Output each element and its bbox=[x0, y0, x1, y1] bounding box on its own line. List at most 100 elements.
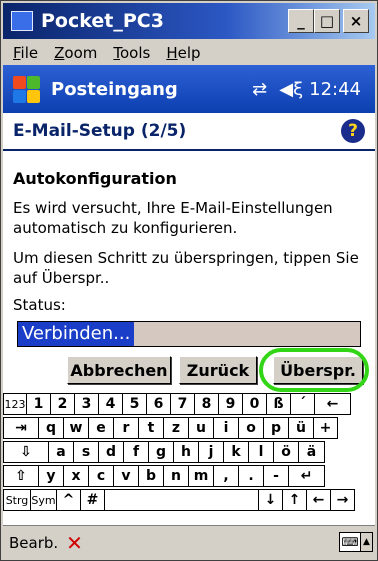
key[interactable]: , bbox=[214, 465, 239, 487]
edit-menu[interactable]: Bearb. bbox=[9, 534, 58, 552]
minimize-button[interactable]: _ bbox=[288, 9, 314, 33]
menu-tools[interactable]: Tools bbox=[113, 44, 150, 62]
menu-file[interactable]: File bbox=[13, 44, 38, 62]
key[interactable]: x bbox=[64, 465, 89, 487]
keyboard-row-2: ⇥ q w e r t z u i o p ü + bbox=[3, 417, 338, 439]
key[interactable]: s bbox=[74, 441, 99, 463]
connectivity-icon[interactable]: ⇄ bbox=[252, 79, 267, 100]
key[interactable]: 0 bbox=[243, 393, 267, 415]
key[interactable]: h bbox=[174, 441, 199, 463]
key[interactable]: ß bbox=[267, 393, 291, 415]
key[interactable]: f bbox=[124, 441, 149, 463]
input-menu-arrow-icon[interactable]: ▲ bbox=[361, 532, 373, 552]
emulator-window: Pocket_PC3 _ □ × File Zoom Tools Help Po… bbox=[0, 0, 378, 561]
key[interactable]: ü bbox=[289, 417, 314, 439]
key[interactable]: a bbox=[49, 441, 74, 463]
tab-key[interactable]: ⇥ bbox=[3, 417, 39, 439]
space-key[interactable] bbox=[105, 489, 259, 511]
key[interactable]: 2 bbox=[51, 393, 75, 415]
keyboard-icon[interactable]: ⌨ bbox=[339, 532, 361, 552]
key[interactable]: 8 bbox=[195, 393, 219, 415]
key[interactable]: i bbox=[214, 417, 239, 439]
key[interactable]: ä bbox=[299, 441, 325, 463]
shift-key[interactable]: ⇧ bbox=[3, 465, 39, 487]
key[interactable]: 4 bbox=[99, 393, 123, 415]
keyboard-row-3: ⇩ a s d f g h j k l ö ä bbox=[3, 441, 325, 463]
key[interactable]: n bbox=[164, 465, 189, 487]
app-header: E-Mail-Setup (2/5) ? bbox=[3, 113, 375, 151]
backspace-key[interactable]: ← bbox=[315, 393, 351, 415]
keyboard-row-5: Strg Sym ^ # ↓ ↑ ← → bbox=[3, 489, 355, 511]
window-title-bar[interactable]: Pocket_PC3 _ □ × bbox=[3, 3, 375, 39]
status-field: Verbinden... bbox=[17, 321, 361, 347]
soft-keyboard: 123 1 2 3 4 5 6 7 8 9 0 ß ´ ← ⇥ q w e r bbox=[3, 387, 375, 525]
key[interactable]: ´ bbox=[291, 393, 315, 415]
description-text: Es wird versucht, Ihre E-Mail-Einstellun… bbox=[13, 199, 333, 237]
key[interactable]: m bbox=[189, 465, 214, 487]
enter-key[interactable]: ↵ bbox=[289, 465, 325, 487]
key[interactable]: l bbox=[249, 441, 274, 463]
key[interactable]: ^ bbox=[57, 489, 81, 511]
status-label: Status: bbox=[13, 296, 66, 314]
menu-bar: File Zoom Tools Help bbox=[3, 41, 375, 65]
device-screen: Posteingang ⇄ ◀ξ 12:44 E-Mail-Setup (2/5… bbox=[3, 65, 375, 560]
maximize-button[interactable]: □ bbox=[314, 9, 340, 33]
key-123[interactable]: 123 bbox=[3, 393, 27, 415]
cancel-button[interactable]: Abbrechen bbox=[67, 356, 171, 384]
windows-start-icon[interactable] bbox=[9, 72, 43, 106]
key[interactable]: y bbox=[39, 465, 64, 487]
key[interactable]: k bbox=[224, 441, 249, 463]
key[interactable]: 1 bbox=[27, 393, 51, 415]
key[interactable]: j bbox=[199, 441, 224, 463]
key[interactable]: - bbox=[264, 465, 289, 487]
status-value: Verbinden... bbox=[18, 322, 135, 346]
key[interactable]: 7 bbox=[171, 393, 195, 415]
key[interactable]: 5 bbox=[123, 393, 147, 415]
key[interactable]: q bbox=[39, 417, 64, 439]
down-key[interactable]: ↓ bbox=[259, 489, 283, 511]
key[interactable]: g bbox=[149, 441, 174, 463]
clock[interactable]: 12:44 bbox=[309, 79, 361, 100]
ctrl-key[interactable]: Strg bbox=[3, 489, 31, 511]
key[interactable]: # bbox=[81, 489, 105, 511]
help-icon[interactable]: ? bbox=[341, 119, 365, 143]
key[interactable]: r bbox=[114, 417, 139, 439]
setup-content: Autokonfiguration Es wird versucht, Ihre… bbox=[13, 163, 365, 314]
skip-hint-text: Um diesen Schritt zu überspringen, tippe… bbox=[13, 249, 359, 287]
right-key[interactable]: → bbox=[331, 489, 355, 511]
caps-key[interactable]: ⇩ bbox=[3, 441, 49, 463]
left-key[interactable]: ← bbox=[307, 489, 331, 511]
menu-help[interactable]: Help bbox=[166, 44, 200, 62]
key[interactable]: t bbox=[139, 417, 164, 439]
page-title: E-Mail-Setup (2/5) bbox=[13, 121, 187, 141]
window-title: Pocket_PC3 bbox=[41, 10, 164, 32]
key[interactable]: + bbox=[314, 417, 338, 439]
app-icon bbox=[11, 11, 33, 31]
sym-key[interactable]: Sym bbox=[31, 489, 57, 511]
cancel-x-icon[interactable]: ✕ bbox=[66, 531, 83, 555]
nav-title[interactable]: Posteingang bbox=[51, 79, 252, 100]
keyboard-row-4: ⇧ y x c v b n m , . - ↵ bbox=[3, 465, 325, 487]
key[interactable]: z bbox=[164, 417, 189, 439]
key[interactable]: u bbox=[189, 417, 214, 439]
key[interactable]: 6 bbox=[147, 393, 171, 415]
menu-zoom[interactable]: Zoom bbox=[54, 44, 97, 62]
key[interactable]: 3 bbox=[75, 393, 99, 415]
key[interactable]: o bbox=[239, 417, 264, 439]
section-heading: Autokonfiguration bbox=[13, 169, 177, 188]
key[interactable]: e bbox=[89, 417, 114, 439]
volume-icon[interactable]: ◀ξ bbox=[279, 79, 303, 100]
key[interactable]: ö bbox=[274, 441, 299, 463]
close-button[interactable]: × bbox=[343, 9, 369, 33]
bottom-menu-bar: Bearb. ✕ ⌨ ▲ bbox=[3, 525, 375, 560]
back-button[interactable]: Zurück bbox=[179, 356, 257, 384]
key[interactable]: 9 bbox=[219, 393, 243, 415]
key[interactable]: c bbox=[89, 465, 114, 487]
key[interactable]: w bbox=[64, 417, 89, 439]
key[interactable]: p bbox=[264, 417, 289, 439]
key[interactable]: v bbox=[114, 465, 139, 487]
up-key[interactable]: ↑ bbox=[283, 489, 307, 511]
key[interactable]: . bbox=[239, 465, 264, 487]
key[interactable]: d bbox=[99, 441, 124, 463]
key[interactable]: b bbox=[139, 465, 164, 487]
